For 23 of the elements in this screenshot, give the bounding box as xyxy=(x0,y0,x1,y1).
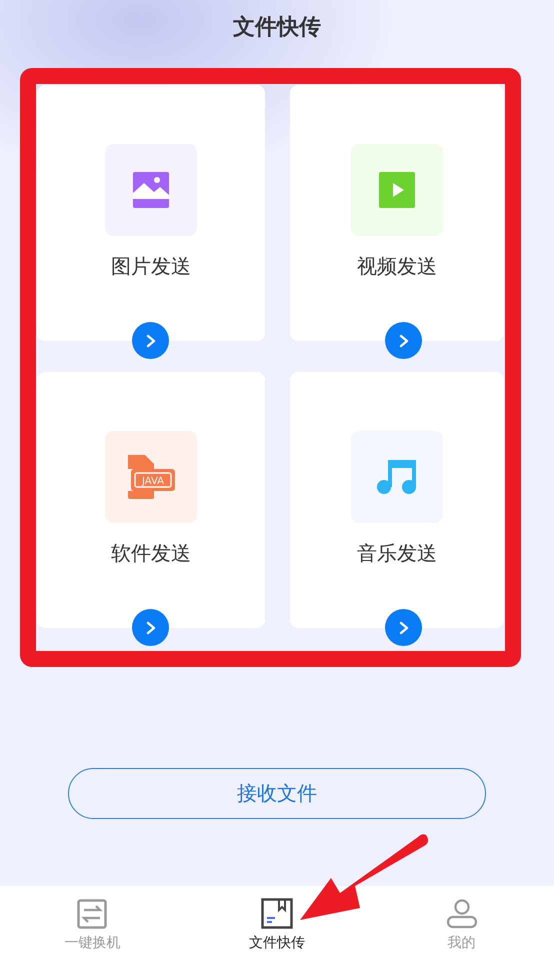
tab[interactable]: 文件快传 xyxy=(184,886,370,959)
card-label: 软件发送 xyxy=(111,540,191,567)
document-icon xyxy=(260,898,293,929)
card-label: 视频发送 xyxy=(357,253,437,280)
image-icon xyxy=(132,171,170,209)
send-card[interactable]: JAVA 软件发送 xyxy=(37,372,265,628)
swap-arrows-icon xyxy=(77,899,108,929)
file-icon xyxy=(128,455,175,499)
go-button[interactable] xyxy=(132,609,169,646)
go-button[interactable] xyxy=(132,322,169,359)
send-card[interactable]: 视频发送 xyxy=(290,85,504,341)
music-note-icon xyxy=(377,458,417,496)
go-button[interactable] xyxy=(385,322,422,359)
card-label: 图片发送 xyxy=(111,253,191,280)
page-title: 文件快传 xyxy=(233,14,321,42)
card-label: 音乐发送 xyxy=(357,540,437,567)
person-icon xyxy=(446,899,478,929)
icon-text: JAVA xyxy=(142,476,164,487)
go-button[interactable] xyxy=(385,609,422,646)
receive-files-button[interactable]: 接收文件 xyxy=(68,768,486,819)
send-card[interactable]: 图片发送 xyxy=(37,85,265,341)
send-card[interactable]: 音乐发送 xyxy=(290,372,504,628)
play-icon xyxy=(378,171,416,209)
